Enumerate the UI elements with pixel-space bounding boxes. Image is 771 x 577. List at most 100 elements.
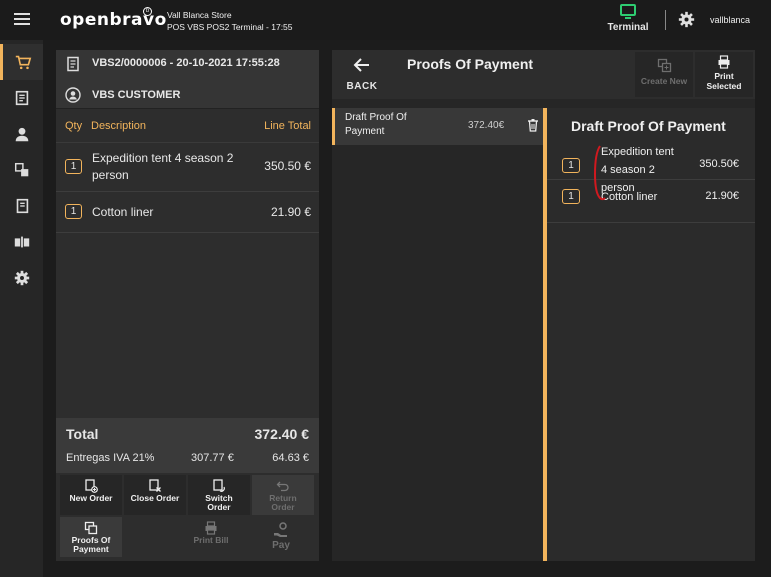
print-selected-button[interactable]: Print Selected <box>695 52 753 97</box>
cart-icon <box>15 55 32 70</box>
printer-icon <box>718 55 730 69</box>
proofs-of-payment-button[interactable]: Proofs Of Payment <box>60 517 122 557</box>
line-description: Cotton liner <box>92 205 154 219</box>
detail-line[interactable]: 1 Cotton liner 21.90€ <box>547 180 755 223</box>
back-button[interactable]: BACK <box>336 54 388 96</box>
nav-customers[interactable] <box>0 116 43 152</box>
print-bill-button[interactable]: Print Bill <box>180 517 242 557</box>
print-bill-label: Print Bill <box>193 535 229 545</box>
print-label-1: Print <box>714 71 734 81</box>
username[interactable]: vallblanca <box>710 15 750 25</box>
detail-total: 350.50€ <box>699 158 739 170</box>
proof-name-2: Payment <box>345 126 385 137</box>
proofs-list: Draft Proof Of Payment 372.40€ <box>332 108 543 561</box>
nav-cashup[interactable] <box>0 224 43 260</box>
line-total: 350.50 € <box>264 159 311 173</box>
switch-order-label-2: Order <box>207 502 231 512</box>
detail-description-1: Expedition tent <box>601 146 674 158</box>
pay-icon <box>274 522 287 537</box>
close-order-icon <box>149 479 161 492</box>
document-number[interactable]: VBS2/0000006 - 20-10-2021 17:55:28 <box>92 57 280 69</box>
detail-total: 21.90€ <box>705 190 739 202</box>
new-order-icon <box>85 479 98 493</box>
terminal-button[interactable]: Terminal <box>602 3 654 37</box>
line-description: Expedition tent 4 season 2 person <box>92 150 233 184</box>
pay-button[interactable]: Pay <box>246 517 316 559</box>
detail-qty: 1 <box>562 189 580 204</box>
return-order-button[interactable]: Return Order <box>252 475 314 515</box>
customer-icon <box>65 87 81 103</box>
receipt-icon <box>15 90 28 106</box>
terminal-info: POS VBS POS2 Terminal - 17:55 <box>167 22 293 32</box>
proof-detail: Draft Proof Of Payment 1 Expedition tent… <box>543 108 755 561</box>
switch-order-button[interactable]: Switch Order <box>188 475 250 515</box>
create-icon <box>657 58 671 73</box>
col-qty: Qty <box>65 120 83 132</box>
line-qty: 1 <box>65 204 82 219</box>
return-icon <box>276 481 289 492</box>
gear-icon <box>14 270 29 286</box>
order-header: VBS2/0000006 - 20-10-2021 17:55:28 VBS C… <box>56 50 319 109</box>
trash-icon[interactable] <box>527 118 539 132</box>
nav-settings[interactable] <box>0 260 43 296</box>
menu-icon[interactable] <box>14 13 30 25</box>
order-actions: New Order Close Order Switch Order Retur… <box>56 473 319 561</box>
line-description-2: person <box>92 168 129 182</box>
totals-section: Total 372.40 € Entregas IVA 21% 307.77 €… <box>56 418 319 473</box>
left-nav <box>0 40 43 577</box>
detail-qty: 1 <box>562 158 580 173</box>
tax-label: Entregas IVA 21% <box>66 452 155 464</box>
tax-base: 307.77 € <box>191 452 234 464</box>
close-order-label: Close Order <box>130 493 180 503</box>
top-bar: openbravo b Vall Blanca Store POS VBS PO… <box>0 0 771 40</box>
detail-description: Cotton liner <box>601 191 658 203</box>
total-label: Total <box>66 426 99 442</box>
annotation-mark <box>593 145 606 201</box>
proof-amount: 372.40€ <box>468 120 505 131</box>
lines-header: Qty Description Line Total <box>56 109 319 143</box>
switch-order-icon <box>213 479 225 492</box>
order-line[interactable]: 1 Expedition tent 4 season 2 person 350.… <box>56 143 319 192</box>
arrow-left-icon <box>353 58 369 72</box>
order-panel: VBS2/0000006 - 20-10-2021 17:55:28 VBS C… <box>56 50 319 561</box>
settings-icon[interactable] <box>678 11 695 28</box>
col-description: Description <box>91 120 147 132</box>
new-order-button[interactable]: New Order <box>60 475 122 515</box>
user-icon <box>15 127 28 142</box>
nav-products[interactable] <box>0 152 43 188</box>
order-line[interactable]: 1 Cotton liner 21.90 € <box>56 192 319 233</box>
print-label-2: Selected <box>706 81 742 91</box>
page-title: Proofs Of Payment <box>407 56 534 72</box>
total-value: 372.40 € <box>254 426 310 442</box>
nav-documents[interactable] <box>0 188 43 224</box>
store-info: Vall Blanca Store POS VBS POS2 Terminal … <box>167 9 293 33</box>
proof-list-item[interactable]: Draft Proof Of Payment 372.40€ <box>332 108 543 145</box>
detail-title: Draft Proof Of Payment <box>571 118 726 134</box>
docs-icon <box>16 198 28 214</box>
divider <box>665 10 666 30</box>
proofs-of-payment-panel: BACK Proofs Of Payment Create New Print … <box>332 50 755 561</box>
nav-cart[interactable] <box>0 44 43 80</box>
line-qty: 1 <box>65 159 82 174</box>
create-new-label: Create New <box>640 76 688 86</box>
detail-description-2: 4 season 2 <box>601 164 655 176</box>
proofs-icon <box>84 521 98 535</box>
create-new-button[interactable]: Create New <box>635 52 693 97</box>
line-description-1: Expedition tent 4 season 2 <box>92 151 234 165</box>
store-name: Vall Blanca Store <box>167 10 232 20</box>
printer-icon <box>205 521 217 535</box>
proof-name: Draft Proof Of Payment <box>345 111 407 139</box>
close-order-button[interactable]: Close Order <box>124 475 186 515</box>
tax-amount: 64.63 € <box>272 452 309 464</box>
proofs-label-2: Payment <box>73 544 109 554</box>
customer-name[interactable]: VBS CUSTOMER <box>92 89 180 101</box>
nav-receipts[interactable] <box>0 80 43 116</box>
proofs-header: BACK Proofs Of Payment Create New Print … <box>332 50 755 99</box>
line-total: 21.90 € <box>270 205 311 219</box>
return-order-label-2: Order <box>271 502 295 512</box>
detail-line[interactable]: 1 Expedition tent 4 season 2 person 350.… <box>547 145 755 194</box>
col-line-total: Line Total <box>264 120 311 132</box>
terminal-label: Terminal <box>607 22 649 33</box>
proof-name-1: Draft Proof Of <box>345 112 407 123</box>
logo-mark: b <box>143 7 152 16</box>
